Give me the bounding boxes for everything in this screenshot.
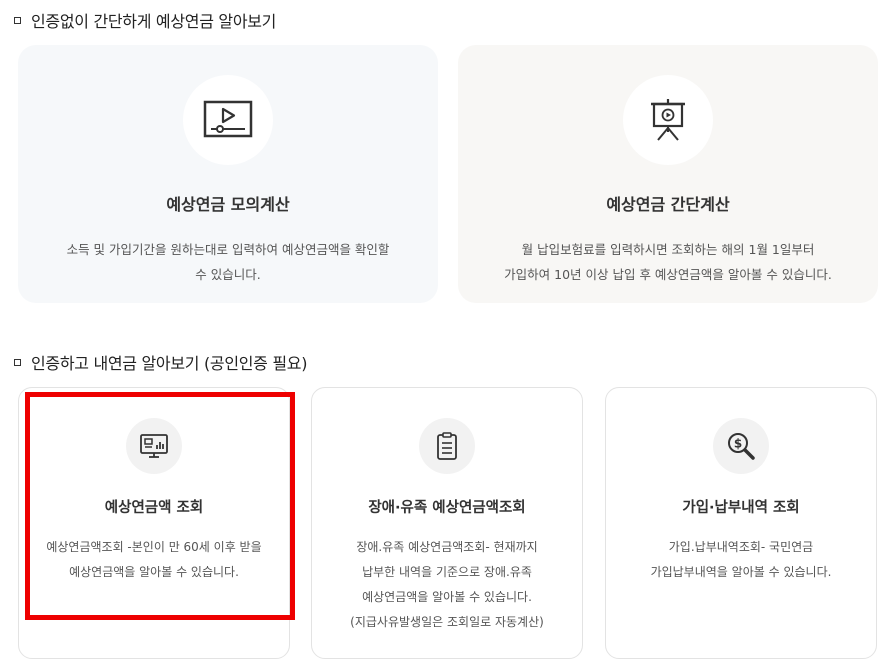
card-description: 예상연금액조회 -본인이 만 60세 이후 받을 예상연금액을 알아볼 수 있습…: [46, 540, 262, 579]
dollar-search-icon: $: [713, 418, 769, 474]
card-description: 소득 및 가입기간을 원하는대로 입력하여 예상연금액을 확인할 수 있습니다.: [66, 242, 390, 282]
card-title: 가입·납부내역 조회: [682, 500, 800, 516]
square-bullet-icon: [14, 358, 21, 366]
card-description: 장애.유족 예상연금액조회- 현재까지 납부한 내역을 기준으로 장애.유족 예…: [350, 540, 544, 629]
presentation-board-icon: [623, 75, 713, 165]
card-pension-simulation[interactable]: 예상연금 모의계산 소득 및 가입기간을 원하는대로 입력하여 예상연금액을 확…: [18, 45, 438, 303]
section-title-no-auth: 인증없이 간단하게 예상연금 알아보기: [14, 8, 276, 32]
square-bullet-icon: [14, 16, 21, 24]
section-title-text: 인증없이 간단하게 예상연금 알아보기: [31, 12, 277, 31]
card-description: 월 납입보험료를 입력하시면 조회하는 해의 1월 1일부터 가입하여 10년 …: [504, 242, 832, 282]
card-expected-pension-inquiry[interactable]: 예상연금액 조회 예상연금액조회 -본인이 만 60세 이후 받을 예상연금액을…: [18, 387, 290, 659]
card-description: 가입.납부내역조회- 국민연금 가입납부내역을 알아볼 수 있습니다.: [650, 540, 832, 579]
card-title: 예상연금 간단계산: [606, 195, 730, 214]
card-title: 예상연금액 조회: [104, 500, 204, 516]
section-title-auth: 인증하고 내연금 알아보기 (공인인증 필요): [14, 350, 307, 374]
monitor-chart-icon: [126, 418, 182, 474]
clipboard-icon: [419, 418, 475, 474]
section-title-text: 인증하고 내연금 알아보기 (공인인증 필요): [31, 354, 308, 373]
card-enrollment-payment-history[interactable]: $ 가입·납부내역 조회 가입.납부내역조회- 국민연금 가입납부내역을 알아볼…: [605, 387, 877, 659]
card-title: 예상연금 모의계산: [166, 195, 290, 214]
card-pension-simple-calc[interactable]: 예상연금 간단계산 월 납입보험료를 입력하시면 조회하는 해의 1월 1일부터…: [458, 45, 878, 303]
svg-text:$: $: [734, 437, 742, 451]
card-title: 장애·유족 예상연금액조회: [368, 500, 526, 516]
video-player-icon: [183, 75, 273, 165]
card-disability-survivor-inquiry[interactable]: 장애·유족 예상연금액조회 장애.유족 예상연금액조회- 현재까지 납부한 내역…: [311, 387, 583, 659]
